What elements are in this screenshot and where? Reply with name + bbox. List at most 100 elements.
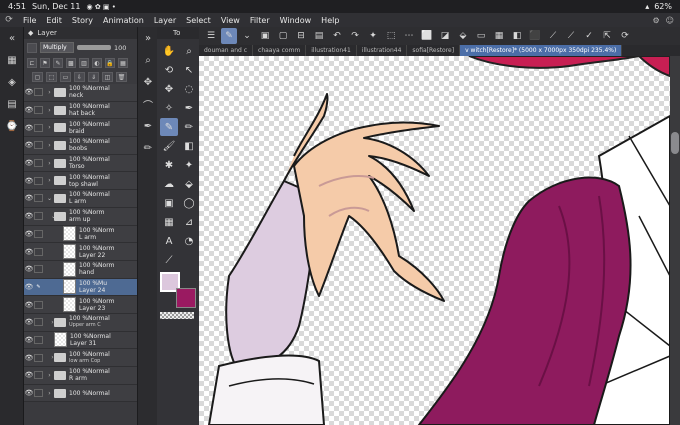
opacity-slider[interactable] [77, 45, 111, 50]
eye-icon[interactable]: 👁 [24, 212, 34, 220]
lock-toggle-icon[interactable] [34, 176, 43, 185]
hand-icon[interactable]: ✋ [160, 42, 178, 60]
eye-icon[interactable]: 👁 [24, 230, 34, 238]
eye-icon[interactable]: 👁 [24, 194, 34, 202]
expand-icon[interactable]: › [45, 89, 54, 96]
eye-icon[interactable]: 👁 [24, 389, 34, 397]
transform-icon[interactable]: ⬚ [383, 28, 399, 44]
mask-add-icon[interactable]: ◫ [102, 72, 113, 82]
tab-douman[interactable]: douman and c [199, 45, 254, 56]
crop-icon[interactable]: ⬛ [527, 28, 543, 44]
layer-row[interactable]: 👁 › 100 %Normal neck [24, 84, 137, 102]
tab-sofia[interactable]: sofia[Restore] [407, 45, 461, 56]
mask-icon[interactable]: ▥ [79, 58, 89, 68]
expand-icon[interactable]: › [45, 124, 54, 131]
lock-toggle-icon[interactable] [34, 212, 43, 221]
save-icon[interactable]: ▤ [311, 28, 327, 44]
layer-row[interactable]: 👁 › 100 %Normal boobs [24, 137, 137, 155]
tone-icon[interactable]: ▦ [491, 28, 507, 44]
eye-icon[interactable]: 👁 [24, 371, 34, 379]
navigator-icon[interactable]: ▦ [0, 49, 24, 71]
brush-icon[interactable]: 🖌 [160, 137, 178, 155]
layer-command-icon[interactable]: ▭ [473, 28, 489, 44]
menu-window[interactable]: Window [275, 16, 317, 25]
menu-file[interactable]: File [18, 16, 41, 25]
expand-icon[interactable]: › [45, 372, 54, 379]
layer-row[interactable]: 👁 100 %Norm hand [24, 260, 137, 279]
airbrush-icon[interactable]: ☁ [160, 175, 178, 193]
layer-row[interactable]: 👁 ⌄ 100 %Normarm up [24, 207, 137, 226]
menu-layer[interactable]: Layer [149, 16, 181, 25]
correct-line-icon[interactable]: ⟋ [160, 251, 178, 269]
eye-icon[interactable]: 👁 [24, 354, 34, 362]
layer-row[interactable]: 👁 › 100 %Normal Upper arm C [24, 313, 137, 332]
expand-icon[interactable]: › [45, 107, 54, 114]
share-icon[interactable]: ⇱ [599, 28, 615, 44]
dropdown-icon[interactable]: ⌄ [239, 28, 255, 44]
eye-icon[interactable]: 👁 [24, 318, 34, 326]
menu-story[interactable]: Story [67, 16, 98, 25]
eye-icon[interactable]: 👁 [24, 88, 34, 96]
redo-icon[interactable]: ↷ [347, 28, 363, 44]
new-icon[interactable]: ▢ [275, 28, 291, 44]
eye-icon[interactable]: 👁 [24, 248, 34, 256]
lock-toggle-icon[interactable] [34, 106, 43, 115]
lock-toggle-icon[interactable] [34, 300, 43, 309]
move-layer-icon[interactable]: ✥ [160, 80, 178, 98]
tab-witch-active[interactable]: v witch[Restore]* (5000 x 7000px 350dpi … [460, 45, 623, 56]
blend-tool-icon[interactable]: ✦ [180, 156, 198, 174]
eye-icon[interactable]: 👁 [24, 124, 34, 132]
layer-row[interactable]: 👁 › 100 %Normal top shawl [24, 172, 137, 191]
eraser-icon[interactable]: ◧ [180, 137, 198, 155]
stroke-icon[interactable]: ✓ [581, 28, 597, 44]
layer-row[interactable]: 👁 100 %Norm L arm [24, 225, 137, 244]
balloon-icon[interactable]: ◔ [180, 232, 198, 250]
reference-icon[interactable]: ⚑ [40, 58, 50, 68]
expand-icon[interactable]: › [45, 319, 54, 326]
invert-icon[interactable]: ◪ [437, 28, 453, 44]
tab-illustration44[interactable]: illustration44 [357, 45, 408, 56]
pen-command-icon[interactable]: ✎ [221, 28, 237, 44]
new-raster-icon[interactable]: ▢ [32, 72, 43, 82]
eye-icon[interactable]: 👁 [24, 159, 34, 167]
zoom-tool-icon[interactable]: ⌕ [180, 42, 198, 60]
layer-row[interactable]: 👁 › 100 %Normal hat back [24, 101, 137, 120]
new-vector-icon[interactable]: ⬚ [46, 72, 57, 82]
expand-icon[interactable]: › [45, 177, 54, 184]
lock-toggle-icon[interactable] [34, 265, 43, 274]
lock-toggle-icon[interactable] [34, 389, 43, 398]
eye-icon[interactable]: 👁 [24, 336, 34, 344]
draft-icon[interactable]: ✎ [53, 58, 63, 68]
history-icon[interactable]: ⌚ [0, 115, 24, 137]
layer-row[interactable]: 👁 ⌄ 100 %Normal L arm [24, 190, 137, 208]
mask-command-icon[interactable]: ◧ [509, 28, 525, 44]
tab-illustration41[interactable]: illustration41 [306, 45, 357, 56]
grid-icon[interactable]: ▦ [118, 58, 128, 68]
menu-view[interactable]: View [216, 16, 245, 25]
lasso-icon[interactable]: ⌒ [138, 93, 158, 115]
lock-toggle-icon[interactable] [34, 229, 43, 238]
layer-color-icon[interactable] [27, 42, 37, 53]
figure-icon[interactable]: ◯ [180, 194, 198, 212]
fill-icon[interactable]: ⬙ [180, 175, 198, 193]
gradient-icon[interactable]: ▣ [160, 194, 178, 212]
eye-icon[interactable]: 👁 [24, 301, 34, 309]
sub-color-swatch[interactable] [176, 288, 196, 308]
expand-icon[interactable]: › [45, 142, 54, 149]
layer-row[interactable]: 👁 100 %Norm Layer 23 [24, 296, 137, 314]
zoom-icon[interactable]: ⌕ [138, 49, 158, 71]
lock-icon[interactable]: 🔒 [105, 58, 115, 68]
collapse-folder-icon[interactable]: ⌄ [45, 195, 54, 202]
expand-icon[interactable]: › [45, 354, 54, 361]
undo-icon[interactable]: ↶ [329, 28, 345, 44]
layer-row[interactable]: 👁 100 %Norm Layer 22 [24, 243, 137, 261]
layer-row[interactable]: 👁 › 100 %Normal braid [24, 119, 137, 138]
menu-select[interactable]: Select [181, 16, 216, 25]
eye-icon[interactable]: 👁 [24, 177, 34, 185]
transparent-color-swatch[interactable] [160, 312, 194, 319]
tab-chaaya[interactable]: chaaya comm [253, 45, 307, 56]
settings-icon[interactable]: ⚙ [652, 16, 659, 25]
lock-toggle-icon[interactable] [34, 194, 43, 203]
eyedropper-icon[interactable]: ✒ [138, 115, 158, 137]
collapse-folder-icon[interactable]: ⌄ [45, 213, 56, 220]
